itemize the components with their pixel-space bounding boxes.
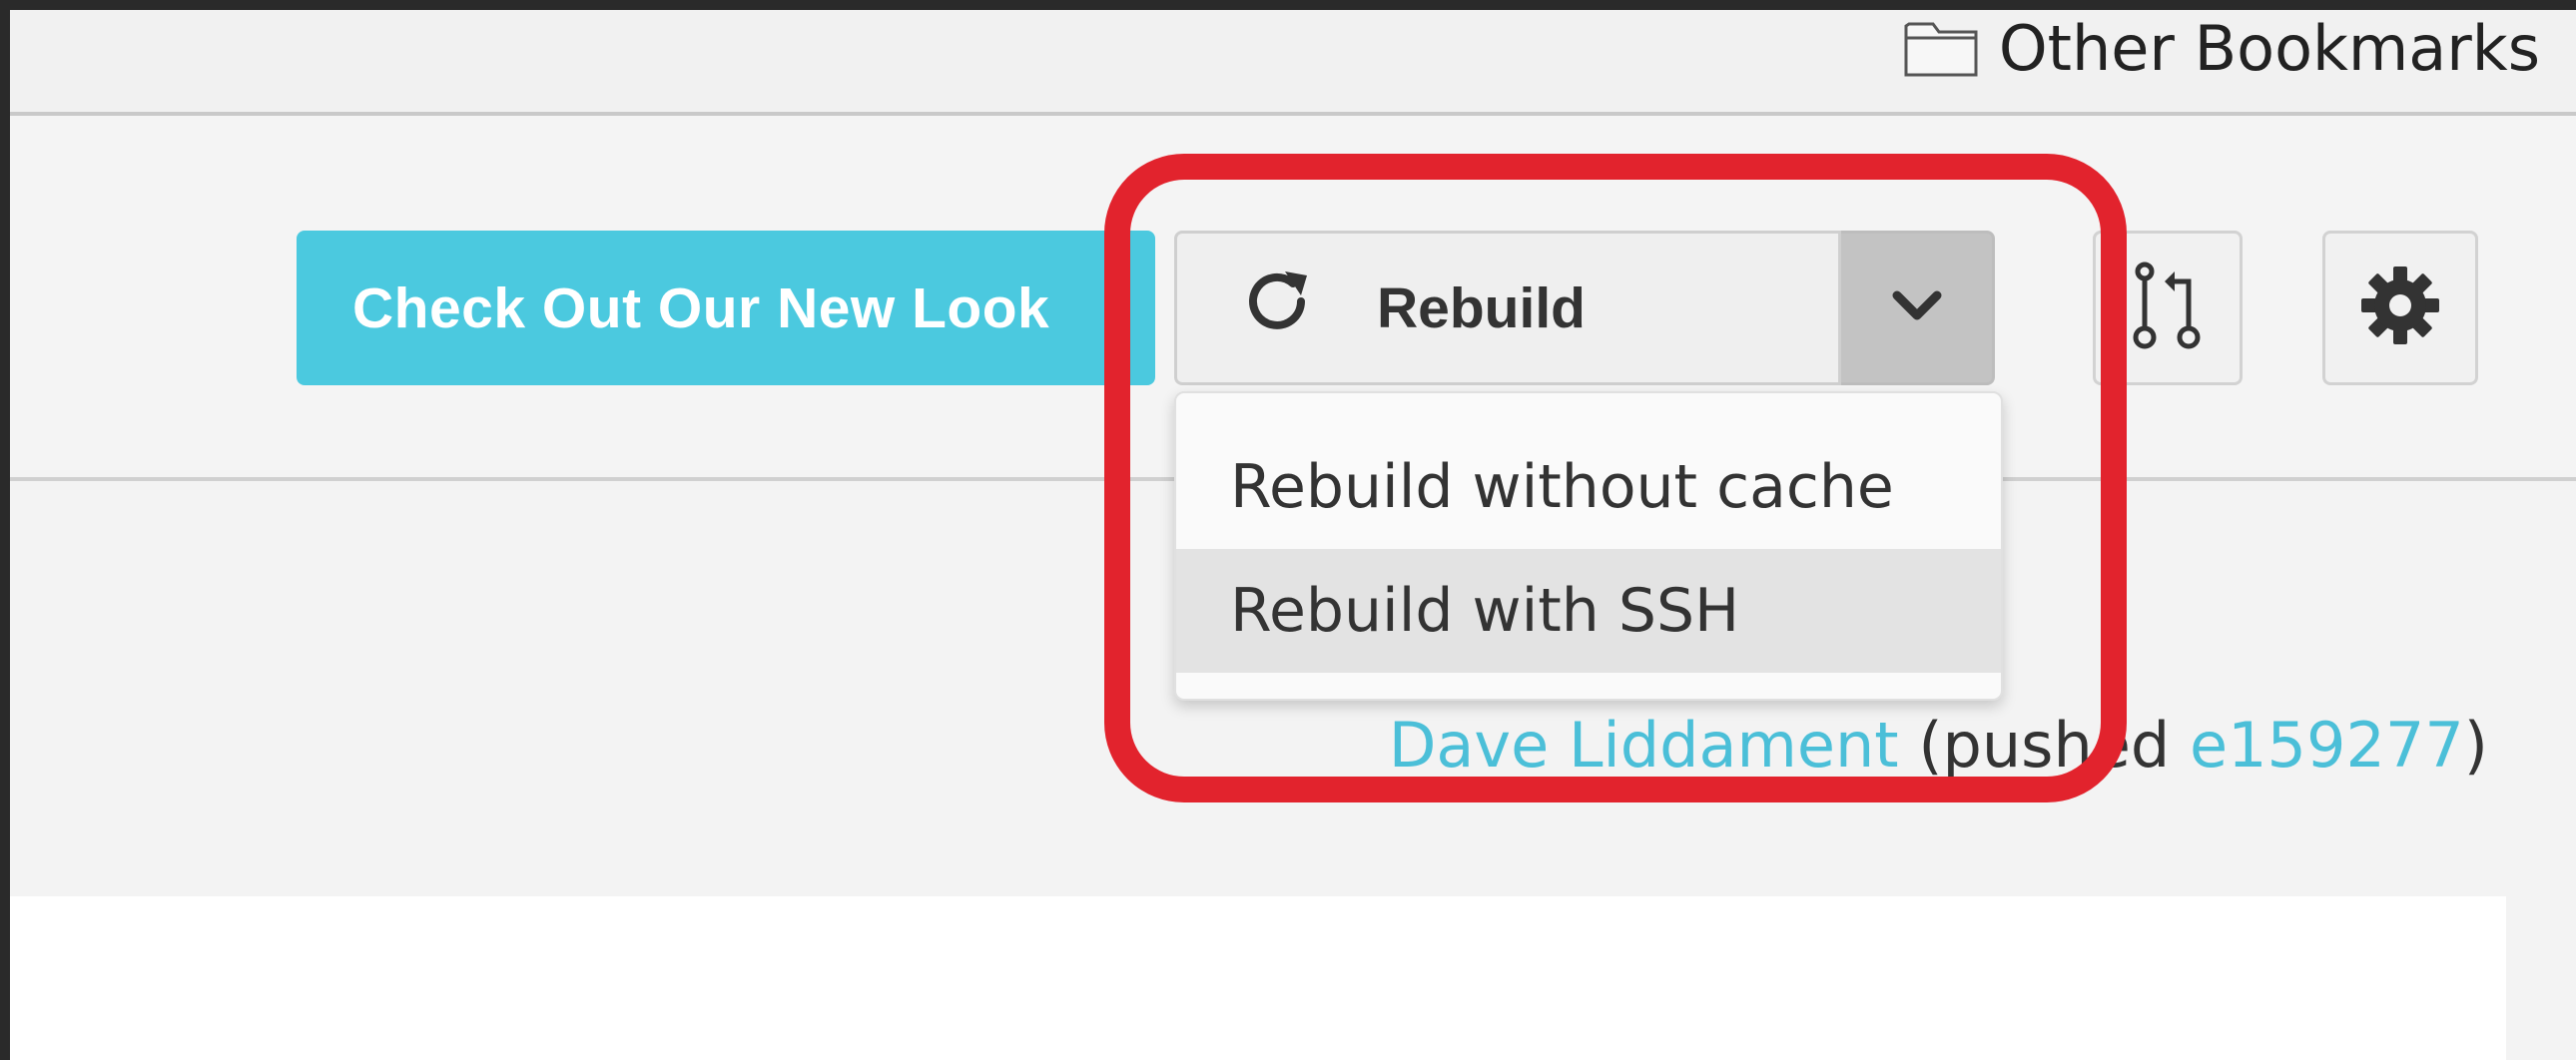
chevron-down-icon bbox=[1889, 285, 1945, 330]
pushed-suffix: ) bbox=[2463, 709, 2488, 782]
pull-request-icon bbox=[2123, 256, 2213, 360]
folder-icon bbox=[1903, 18, 1979, 78]
author-link[interactable]: Dave Liddament bbox=[1389, 709, 1899, 782]
browser-frame: Other Bookmarks Check Out Our New Look R… bbox=[10, 10, 2576, 1060]
commit-link[interactable]: e159277 bbox=[2190, 709, 2464, 782]
rebuild-dropdown-toggle[interactable] bbox=[1841, 231, 1995, 385]
pushed-prefix: (pushed bbox=[1918, 709, 2190, 782]
rebuild-label: Rebuild bbox=[1377, 275, 1586, 340]
refresh-icon bbox=[1237, 262, 1317, 355]
other-bookmarks-label: Other Bookmarks bbox=[1998, 11, 2540, 85]
rebuild-button[interactable]: Rebuild bbox=[1174, 231, 1841, 385]
menu-item-rebuild-with-ssh[interactable]: Rebuild with SSH bbox=[1176, 549, 2001, 673]
menu-item-rebuild-without-cache[interactable]: Rebuild without cache bbox=[1176, 425, 2001, 549]
settings-button[interactable] bbox=[2322, 231, 2478, 385]
gear-icon bbox=[2357, 263, 2443, 353]
other-bookmarks[interactable]: Other Bookmarks bbox=[1903, 10, 2540, 86]
content-panel bbox=[10, 896, 2506, 1060]
new-look-button[interactable]: Check Out Our New Look bbox=[297, 231, 1155, 385]
rebuild-split-button: Rebuild bbox=[1174, 231, 1995, 385]
pushed-by-line: Dave Liddament (pushed e159277) bbox=[1389, 709, 2488, 782]
pull-request-button[interactable] bbox=[2093, 231, 2243, 385]
rebuild-dropdown-menu: Rebuild without cache Rebuild with SSH bbox=[1174, 391, 2003, 701]
bookmarks-bar: Other Bookmarks bbox=[10, 10, 2576, 116]
